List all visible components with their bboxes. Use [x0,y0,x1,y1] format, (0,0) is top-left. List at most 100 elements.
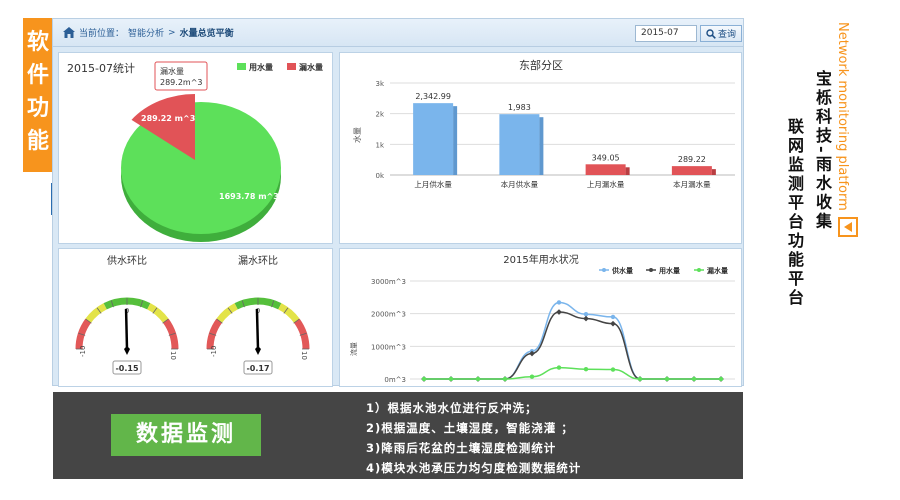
bar-panel: 东部分区 水量 0k 1k 2k 3k 2,342.99 上月供水量 1,983 本月供水量… [339,52,742,244]
legend-label-leak[interactable]: 漏水量 [299,62,323,72]
gauge-value: -0.15 [115,364,138,373]
slide: 软 件 功 能 当前位置： 智能分析 > 水量总览平衡 2015-07 查询 2… [0,0,900,500]
line-tick-label: 3000m^3 [371,278,406,286]
line-legend-dot [697,268,701,272]
banner-item: 2)根据温度、土壤湿度，智能浇灌 ； [366,421,574,435]
line-legend-dot [649,268,653,272]
bar-side [625,167,630,175]
pie-label-leak: 289.22 m^3 [141,114,195,123]
line-point[interactable] [664,376,670,382]
bar-title: 东部分区 [519,58,563,72]
gauge-panel: 供水环比 漏水环比 -10100-0.15-10100-0.17 [58,248,333,387]
line-tick-label: 1000m^3 [371,343,406,351]
line-point[interactable] [475,376,481,382]
line-point[interactable] [421,376,427,382]
legend-swatch-leak [287,63,296,70]
pie-tooltip: 漏水量 289.2m^3 [154,61,208,91]
line-panel: 2015年用水状况 流量 供水量 用水量 漏水量 0m^3 1000m^3 2000m^… [339,248,742,387]
bar[interactable] [671,166,712,175]
section-tag: 软 件 功 能 [23,18,53,172]
bar-category-label: 上月漏水量 [587,179,625,189]
line-point[interactable] [556,300,562,305]
line-series-path [424,366,721,380]
line-point[interactable] [529,374,535,379]
english-title: Network monitoring platform [835,22,850,211]
legend-swatch-use [237,63,246,70]
gauge-min-label: -10 [79,346,87,357]
pie-label-use: 1693.78 m^3 [219,192,279,201]
month-input[interactable]: 2015-07 [635,25,697,42]
gauge-band [85,303,107,323]
gauge-needle [255,308,260,350]
app-window: 当前位置： 智能分析 > 水量总览平衡 2015-07 查询 2015-07统计… [52,18,744,387]
bar-category-label: 上月供水量 [414,179,452,189]
home-icon[interactable] [63,27,75,38]
line-legend-label[interactable]: 用水量 [659,266,680,275]
breadcrumb-current: 水量总览平衡 [179,29,234,39]
pie-panel: 2015-07统计 用水量 漏水量 漏水量 289.2m^3 289.22 m^… [58,52,333,244]
section-tag-char: 能 [26,129,49,154]
banner-list: 1）根据水池水位进行反冲洗； 2)根据温度、土壤湿度，智能浇灌 ； 3)降雨后花… [366,398,581,478]
gauge-needle [124,308,129,350]
line-point[interactable] [610,314,616,320]
section-tag-char: 件 [26,63,49,88]
line-point[interactable] [610,367,616,372]
line-point[interactable] [556,365,562,370]
gauge-band [216,303,238,323]
gauge-title-leak: 漏水环比 [238,255,278,267]
search-button[interactable]: 查询 [700,25,742,42]
line-point[interactable] [637,376,643,382]
line-point[interactable] [583,367,589,372]
gauge-needle-hub [255,346,261,355]
top-bar: 当前位置： 智能分析 > 水量总览平衡 2015-07 查询 [53,19,743,47]
bar-value-label: 349.05 [592,153,620,162]
line-title: 2015年用水状况 [503,253,578,266]
tooltip-value: 289.2m^3 [160,78,203,87]
bar[interactable] [413,103,454,175]
banner-item: 4)模块水池承压力均匀度检测数据统计 [366,461,582,475]
breadcrumb-prefix: 当前位置： [79,29,125,39]
gauge-band [147,303,169,323]
banner-title: 数据监测 [111,414,261,456]
line-point[interactable] [448,376,454,382]
gauge-value: -0.17 [246,364,269,373]
line-tick-label: 2000m^3 [371,311,406,319]
gauge-title-supply: 供水环比 [107,254,147,267]
legend-label-use[interactable]: 用水量 [248,62,273,72]
line-legend-label[interactable]: 供水量 [611,266,633,275]
gauge-charts: 供水环比 漏水环比 -10100-0.15-10100-0.17 [75,254,310,375]
gauge-min-label: -10 [210,346,218,357]
line-legend-dot [602,268,606,272]
section-tag-char: 功 [26,96,49,121]
breadcrumb-separator: > [168,27,176,38]
line-point[interactable] [502,376,508,382]
bar-ylabel: 水量 [352,127,362,143]
bar-tick-label: 2k [375,111,384,119]
bar-value-label: 2,342.99 [415,92,451,101]
search-icon [706,28,716,39]
gauge-band [278,303,300,323]
breadcrumb: 当前位置： 智能分析 > 水量总览平衡 [63,26,234,39]
bar[interactable] [499,114,540,175]
back-arrow-icon[interactable] [838,217,858,237]
line-point[interactable] [718,376,724,382]
line-tick-label: 0m^3 [384,376,406,384]
bar-category-label: 本月供水量 [501,179,539,189]
bar-side [453,106,458,175]
bar-side [711,169,716,175]
search-label: 查询 [717,30,736,40]
line-ylabel: 流量 [349,342,358,356]
bar-chart: 东部分区 水量 0k 1k 2k 3k 2,342.99 上月供水量 1,983 本月供水量… [352,58,735,189]
banner-item: 1）根据水池水位进行反冲洗； [366,401,538,415]
bar-tick-label: 0k [375,172,384,180]
gauge-needle-hub [124,346,130,355]
line-point[interactable] [610,320,616,327]
line-point[interactable] [691,376,697,382]
line-legend-label[interactable]: 漏水量 [707,266,728,275]
pie-title: 2015-07统计 [67,62,135,75]
bar-value-label: 289.22 [678,155,706,164]
bar[interactable] [585,164,626,175]
breadcrumb-parent[interactable]: 智能分析 [128,26,164,39]
bar-tick-label: 3k [375,80,384,88]
line-point[interactable] [583,315,589,322]
